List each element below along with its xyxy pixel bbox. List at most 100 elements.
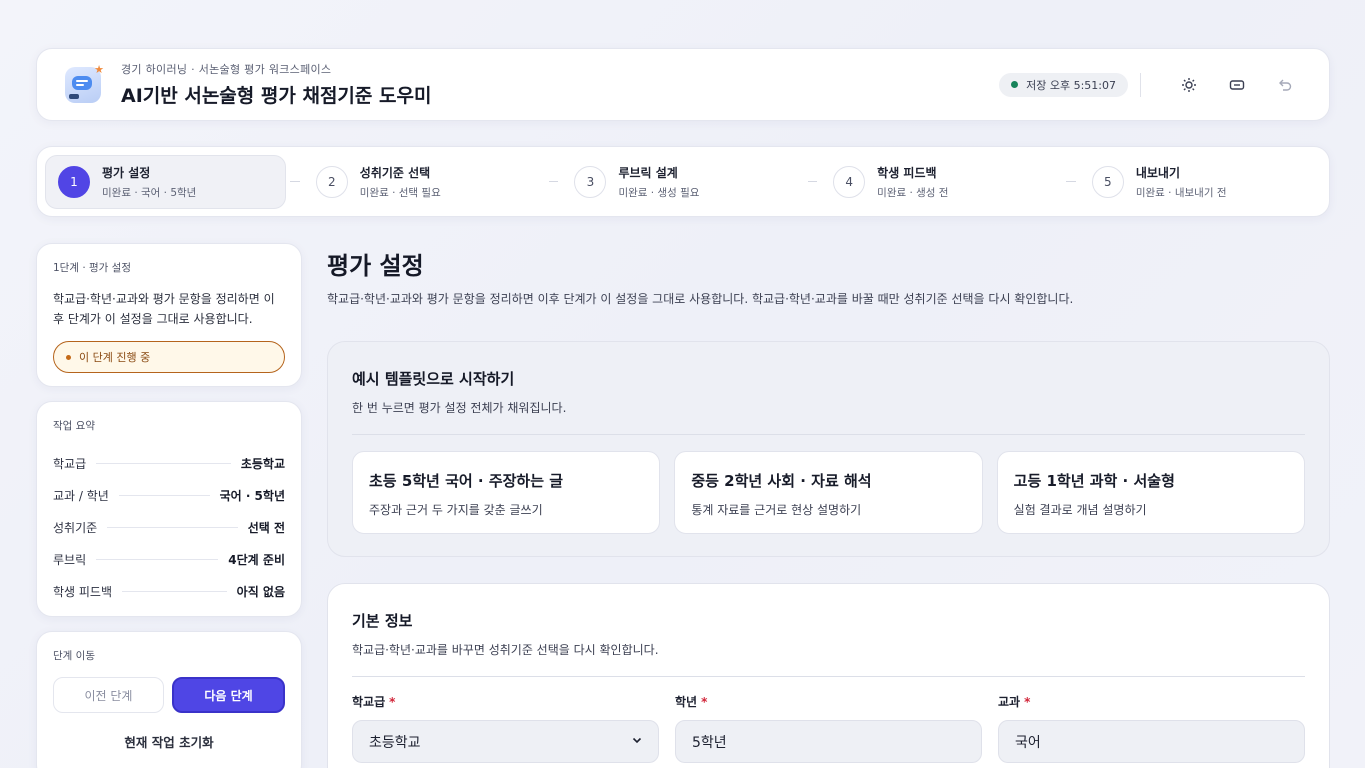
template-card[interactable]: 고등 1학년 과학 · 서술형 실험 결과로 개념 설명하기 xyxy=(996,451,1305,534)
template-desc: 통계 자료를 근거로 현상 설명하기 xyxy=(691,503,862,517)
summary-leader-line xyxy=(96,462,231,464)
summary-leader-line xyxy=(107,526,238,528)
stage-label: 1단계 · 평가 설정 xyxy=(53,262,131,274)
step-status: 미완료 · 생성 전 xyxy=(877,186,949,199)
summary-value: 초등학교 xyxy=(240,456,285,471)
keyboard-shortcuts-button[interactable] xyxy=(1221,69,1253,101)
page-title: 평가 설정 xyxy=(327,252,424,280)
reset-work-button[interactable]: 현재 작업 초기화 xyxy=(53,723,285,759)
required-mark: * xyxy=(389,695,396,709)
step-number: 5 xyxy=(1091,165,1124,198)
chevron-down-icon xyxy=(632,735,642,748)
required-mark: * xyxy=(1024,695,1031,709)
summary-row: 학생 피드백 아직 없음 xyxy=(53,575,285,607)
divider xyxy=(352,434,1305,435)
summary-row: 루브릭 4단계 준비 xyxy=(53,543,285,575)
template-title: 초등 5학년 국어 · 주장하는 글 xyxy=(369,472,564,490)
undo-button[interactable] xyxy=(1269,69,1301,101)
basic-section-title: 기본 정보 xyxy=(352,612,413,630)
step-move-panel: 단계 이동 이전 단계 다음 단계 현재 작업 초기화 xyxy=(36,631,302,768)
field-label: 학교급 xyxy=(352,695,386,709)
basic-info-section: 기본 정보 학교급·학년·교과를 바꾸면 성취기준 선택을 다시 확인합니다. … xyxy=(327,583,1330,768)
sun-icon xyxy=(1182,77,1196,92)
status-dot-icon xyxy=(1011,81,1019,88)
keyboard-icon xyxy=(1229,79,1245,90)
summary-leader-line xyxy=(96,558,219,560)
summary-key: 성취기준 xyxy=(53,520,98,535)
summary-value: 4단계 준비 xyxy=(228,552,285,567)
template-card[interactable]: 중등 2학년 사회 · 자료 해석 통계 자료를 근거로 현상 설명하기 xyxy=(674,451,983,534)
step-status: 미완료 · 내보내기 전 xyxy=(1135,186,1227,199)
step-name: 학생 피드백 xyxy=(877,165,937,180)
step-connector xyxy=(1066,181,1076,182)
step-2[interactable]: 2 성취기준 선택 미완료 · 선택 필요 xyxy=(304,155,545,209)
template-desc: 주장과 근거 두 가지를 갖춘 글쓰기 xyxy=(369,503,543,517)
template-desc: 실험 결과로 개념 설명하기 xyxy=(1013,503,1147,517)
summary-value: 선택 전 xyxy=(247,520,285,535)
step-status: 미완료 · 국어 · 5학년 xyxy=(102,186,197,199)
summary-value: 아직 없음 xyxy=(236,584,285,599)
step-name: 루브릭 설계 xyxy=(618,165,678,180)
step-5[interactable]: 5 내보내기 미완료 · 내보내기 전 xyxy=(1080,155,1321,209)
template-section: 예시 템플릿으로 시작하기 한 번 누르면 평가 설정 전체가 채워집니다. 초… xyxy=(327,341,1330,557)
next-step-button[interactable]: 다음 단계 xyxy=(172,677,285,713)
school-level-field: 학교급 * 초등학교 xyxy=(352,693,659,763)
summary-key: 교과 / 학년 xyxy=(53,488,109,503)
summary-key: 학교급 xyxy=(53,456,87,471)
required-mark: * xyxy=(701,695,708,709)
school-level-select[interactable]: 초등학교 xyxy=(352,720,659,763)
page-description: 학교급·학년·교과와 평가 문항을 정리하면 이후 단계가 이 설정을 그대로 … xyxy=(327,292,1074,306)
summary-leader-line xyxy=(122,590,227,592)
step-number: 2 xyxy=(315,165,348,198)
field-label: 교과 xyxy=(998,695,1021,709)
step-number: 3 xyxy=(574,165,607,198)
template-title: 중등 2학년 사회 · 자료 해석 xyxy=(691,472,872,490)
input-value: 국어 xyxy=(1015,734,1041,751)
save-status-text: 저장 오후 5:51:07 xyxy=(1026,78,1116,92)
stage-description: 학교급·학년·교과와 평가 문항을 정리하면 이후 단계가 이 설정을 그대로 … xyxy=(53,292,275,326)
app-title: AI기반 서논술형 평가 채점기준 도우미 xyxy=(121,85,432,107)
summary-row: 성취기준 선택 전 xyxy=(53,511,285,543)
summary-row: 학교급 초등학교 xyxy=(53,447,285,479)
template-card[interactable]: 초등 5학년 국어 · 주장하는 글 주장과 근거 두 가지를 갖춘 글쓰기 xyxy=(352,451,661,534)
step-name: 내보내기 xyxy=(1135,165,1181,180)
divider xyxy=(352,676,1305,677)
step-connector xyxy=(807,181,818,182)
grade-field: 학년 * 5학년 xyxy=(675,693,982,763)
save-status-badge: 저장 오후 5:51:07 xyxy=(999,72,1128,97)
step-navigator: 1 평가 설정 미완료 · 국어 · 5학년 2 성취기준 선택 미완료 · 선… xyxy=(36,146,1330,217)
grade-input[interactable]: 5학년 xyxy=(675,720,982,763)
stage-info-panel: 1단계 · 평가 설정 학교급·학년·교과와 평가 문항을 정리하면 이후 단계… xyxy=(36,243,302,387)
chat-bubble-icon xyxy=(72,75,92,90)
template-title: 고등 1학년 과학 · 서술형 xyxy=(1013,472,1175,490)
input-value: 5학년 xyxy=(692,734,727,751)
summary-label: 작업 요약 xyxy=(53,420,95,432)
app-logo: ★ xyxy=(65,63,104,103)
summary-leader-line xyxy=(118,494,210,496)
work-summary-panel: 작업 요약 학교급 초등학교 교과 / 학년 국어 · 5학년 성취기준 선택 … xyxy=(36,401,302,617)
subject-input[interactable]: 국어 xyxy=(998,720,1305,763)
step-status: 미완료 · 선택 필요 xyxy=(359,186,441,199)
step-1[interactable]: 1 평가 설정 미완료 · 국어 · 5학년 xyxy=(45,154,287,209)
step-number: 1 xyxy=(58,165,90,198)
progress-badge: 이 단계 진행 중 xyxy=(53,341,285,373)
progress-label: 이 단계 진행 중 xyxy=(79,351,151,364)
select-value: 초등학교 xyxy=(369,734,421,751)
undo-icon xyxy=(1279,79,1292,91)
prev-step-button[interactable]: 이전 단계 xyxy=(53,677,164,713)
basic-section-desc: 학교급·학년·교과를 바꾸면 성취기준 선택을 다시 확인합니다. xyxy=(352,643,659,657)
step-name: 성취기준 선택 xyxy=(359,165,431,180)
step-status: 미완료 · 생성 필요 xyxy=(618,186,700,199)
nav-label: 단계 이동 xyxy=(53,650,95,662)
step-4[interactable]: 4 학생 피드백 미완료 · 생성 전 xyxy=(821,155,1062,209)
field-label: 학년 xyxy=(675,695,698,709)
step-connector xyxy=(548,181,559,182)
theme-toggle-button[interactable] xyxy=(1173,69,1205,101)
summary-key: 학생 피드백 xyxy=(53,584,113,599)
summary-value: 국어 · 5학년 xyxy=(219,488,285,503)
template-section-title: 예시 템플릿으로 시작하기 xyxy=(352,370,515,388)
step-3[interactable]: 3 루브릭 설계 미완료 · 생성 필요 xyxy=(562,155,803,209)
star-icon: ★ xyxy=(94,62,104,76)
summary-row: 교과 / 학년 국어 · 5학년 xyxy=(53,479,285,511)
app-header: ★ 경기 하이러닝 · 서논술형 평가 워크스페이스 AI기반 서논술형 평가 … xyxy=(36,48,1330,121)
